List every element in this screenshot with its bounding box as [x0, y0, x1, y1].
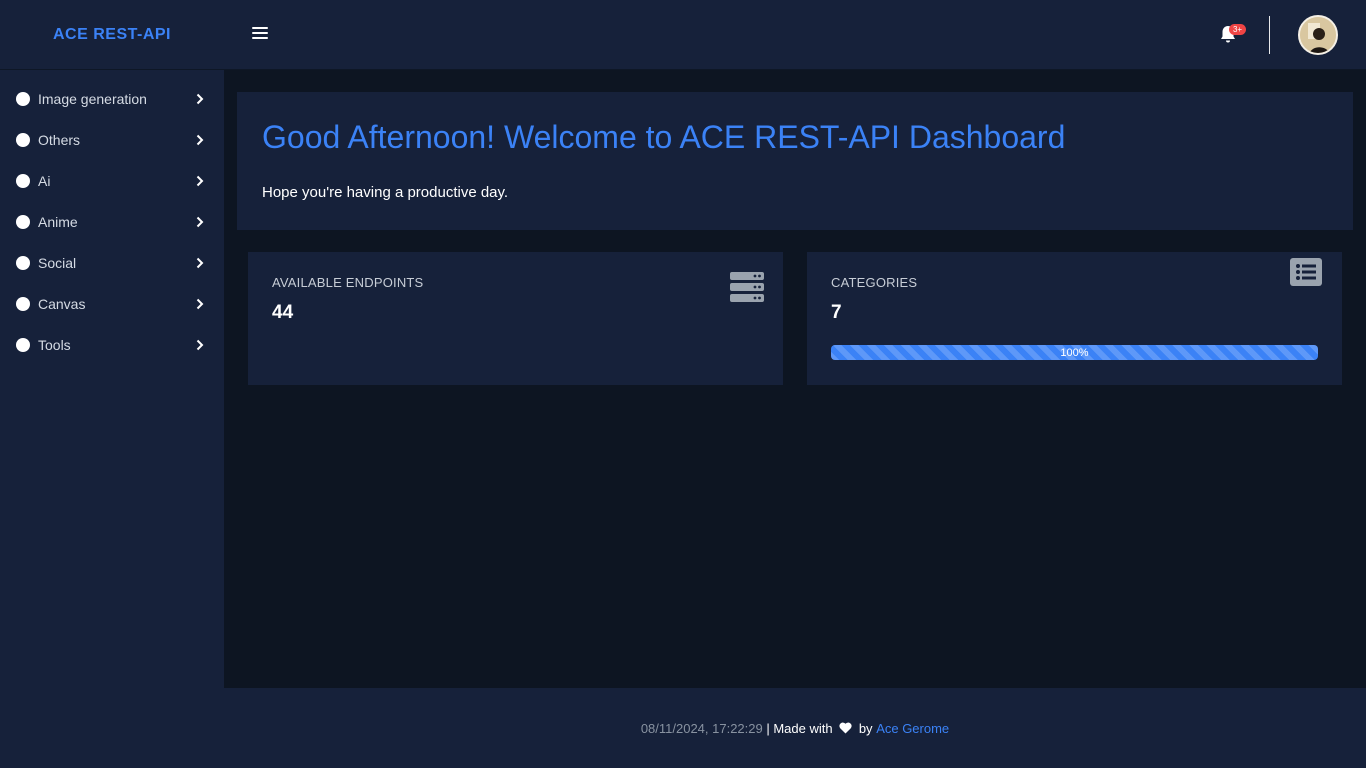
- chevron-right-icon: [196, 216, 204, 227]
- card-label: CATEGORIES: [831, 275, 918, 290]
- progress-fill: 100%: [831, 345, 1318, 360]
- server-icon: [730, 272, 764, 302]
- categories-progress-bar: 100%: [831, 345, 1318, 360]
- chevron-right-icon: [196, 298, 204, 309]
- author-link[interactable]: Ace Gerome: [876, 721, 949, 736]
- chevron-right-icon: [196, 257, 204, 268]
- card-value: 7: [831, 302, 842, 323]
- sidebar-item-label: Social: [38, 254, 77, 271]
- circle-icon: [16, 91, 30, 106]
- endpoints-card: AVAILABLE ENDPOINTS 44: [248, 252, 783, 385]
- circle-icon: [16, 214, 30, 229]
- sidebar-item-others[interactable]: Others: [0, 119, 224, 160]
- list-icon: [1290, 258, 1322, 286]
- brand-logo[interactable]: ACE REST-API: [0, 0, 224, 70]
- chevron-right-icon: [196, 339, 204, 350]
- chevron-right-icon: [196, 134, 204, 145]
- footer: 08/11/2024, 17:22:29 | Made with by Ace …: [224, 688, 1366, 768]
- welcome-title: Good Afternoon! Welcome to ACE REST-API …: [262, 119, 1066, 155]
- footer-by: by: [855, 720, 877, 736]
- chevron-right-icon: [196, 175, 204, 186]
- welcome-panel: Good Afternoon! Welcome to ACE REST-API …: [237, 92, 1353, 230]
- sidebar: Image generation Others Ai Anime Social …: [0, 70, 224, 768]
- sidebar-item-label: Others: [38, 131, 81, 148]
- circle-icon: [16, 337, 30, 352]
- circle-icon: [16, 255, 30, 270]
- heart-icon: [839, 722, 852, 734]
- sidebar-item-label: Anime: [38, 213, 78, 230]
- sidebar-item-canvas[interactable]: Canvas: [0, 283, 224, 324]
- hamburger-icon[interactable]: [252, 27, 268, 41]
- notification-badge: 3+: [1229, 24, 1246, 35]
- footer-made-with: | Made with: [762, 720, 837, 736]
- user-avatar[interactable]: [1298, 15, 1338, 55]
- header-divider: [1269, 16, 1270, 54]
- circle-icon: [16, 173, 30, 188]
- sidebar-item-ai[interactable]: Ai: [0, 160, 224, 201]
- footer-timestamp: 08/11/2024, 17:22:29: [640, 720, 763, 736]
- sidebar-item-label: Ai: [38, 172, 51, 189]
- sidebar-item-tools[interactable]: Tools: [0, 324, 224, 365]
- sidebar-item-label: Canvas: [38, 295, 86, 312]
- sidebar-item-image-generation[interactable]: Image generation: [0, 78, 224, 119]
- card-value: 44: [272, 302, 294, 323]
- circle-icon: [16, 132, 30, 147]
- chevron-right-icon: [196, 93, 204, 104]
- avatar-image: [1300, 17, 1336, 53]
- card-label: AVAILABLE ENDPOINTS: [272, 275, 424, 290]
- top-navbar: ACE REST-API 3+: [0, 0, 1366, 70]
- sidebar-item-label: Tools: [38, 336, 71, 353]
- categories-card: CATEGORIES 7 100%: [807, 252, 1342, 385]
- main-content: Good Afternoon! Welcome to ACE REST-API …: [224, 70, 1366, 688]
- sidebar-item-label: Image generation: [38, 90, 147, 107]
- circle-icon: [16, 296, 30, 311]
- sidebar-item-anime[interactable]: Anime: [0, 201, 224, 242]
- welcome-subtitle: Hope you're having a productive day.: [262, 184, 509, 201]
- sidebar-item-social[interactable]: Social: [0, 242, 224, 283]
